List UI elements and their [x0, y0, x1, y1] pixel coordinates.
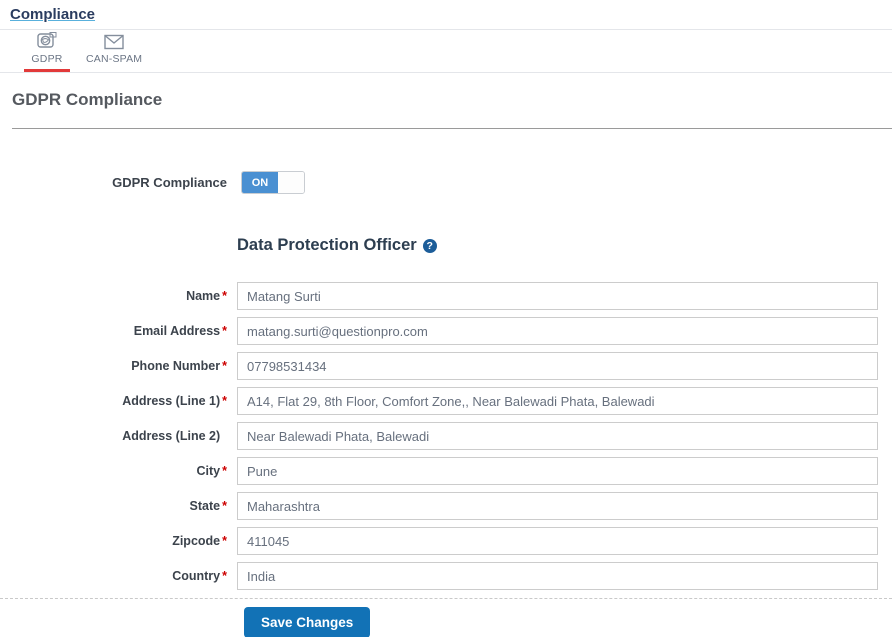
gdpr-badge-icon [36, 31, 58, 51]
address2-input[interactable] [237, 422, 878, 450]
address1-label: Address (Line 1) * [122, 394, 227, 408]
toggle-on-label: ON [242, 172, 278, 193]
save-changes-button[interactable]: Save Changes [244, 607, 371, 637]
page-title: GDPR Compliance [12, 90, 163, 109]
toggle-knob [278, 172, 304, 193]
form-field-row: Address (Line 1) * [0, 387, 892, 415]
zipcode-input[interactable] [237, 527, 878, 555]
tab-gdpr[interactable]: GDPR [24, 30, 70, 72]
required-asterisk: * [222, 359, 227, 373]
form-field-row: City * [0, 457, 892, 485]
breadcrumb-compliance-link[interactable]: Compliance [10, 6, 95, 23]
page-header: Compliance [0, 0, 892, 30]
dpo-heading-row: Data Protection Officer ? [237, 236, 892, 255]
tab-can-spam[interactable]: CAN-SPAM [84, 30, 144, 72]
required-asterisk: * [222, 324, 227, 338]
state-input[interactable] [237, 492, 878, 520]
name-input[interactable] [237, 282, 878, 310]
dpo-section-title: Data Protection Officer [237, 236, 417, 254]
state-label: State * [189, 499, 227, 513]
tab-can-spam-label: CAN-SPAM [86, 53, 143, 65]
city-input[interactable] [237, 457, 878, 485]
form-field-row: Email Address * [0, 317, 892, 345]
address2-label: Address (Line 2)* [122, 429, 221, 443]
dpo-form: Name* Email Address* Phone Number* Addre… [0, 282, 892, 590]
email-input[interactable] [237, 317, 878, 345]
address1-input[interactable] [237, 387, 878, 415]
required-asterisk: * [222, 569, 227, 583]
compliance-tab-bar: GDPR CAN-SPAM [0, 30, 892, 73]
gdpr-compliance-toggle-row: GDPR Compliance ON [0, 171, 892, 194]
required-asterisk: * [222, 394, 227, 408]
required-asterisk: * [222, 534, 227, 548]
gdpr-compliance-toggle[interactable]: ON [241, 171, 305, 194]
country-input[interactable] [237, 562, 878, 590]
required-asterisk: * [222, 499, 227, 513]
phone-label: Phone Number * [131, 359, 227, 373]
footer-divider [0, 598, 892, 599]
form-field-row: Name * [0, 282, 892, 310]
zipcode-label: Zipcode * [172, 534, 227, 548]
form-field-row: Phone Number * [0, 352, 892, 380]
email-label: Email Address * [133, 324, 227, 338]
name-label: Name * [186, 289, 227, 303]
section-divider [12, 128, 892, 129]
envelope-icon [102, 33, 126, 51]
required-asterisk: * [222, 289, 227, 303]
question-mark-icon[interactable]: ? [422, 238, 437, 253]
phone-input[interactable] [237, 352, 878, 380]
form-field-row: State * [0, 492, 892, 520]
gdpr-compliance-toggle-label: GDPR Compliance [112, 175, 227, 190]
required-asterisk: * [222, 464, 227, 478]
city-label: City * [196, 464, 228, 478]
form-field-row: Address (Line 2)* [0, 422, 892, 450]
country-label: Country * [172, 569, 227, 583]
form-field-row: Zipcode * [0, 527, 892, 555]
tab-gdpr-label: GDPR [31, 53, 63, 65]
form-field-row: Country * [0, 562, 892, 590]
